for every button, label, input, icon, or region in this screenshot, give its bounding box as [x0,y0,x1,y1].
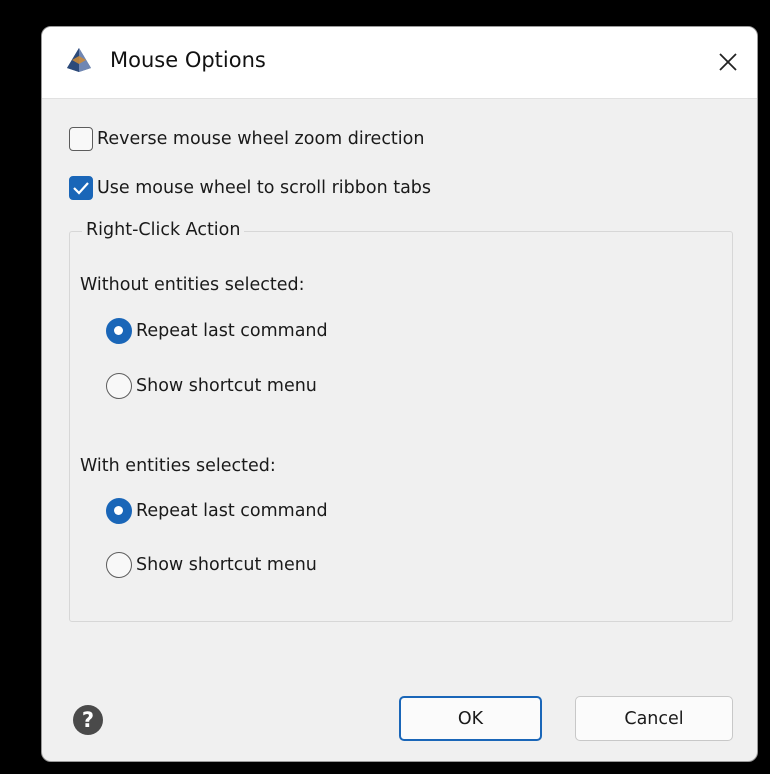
close-button[interactable] [699,27,757,97]
without-selection-shortcut-radio[interactable] [106,373,132,399]
without-selection-repeat-radio[interactable] [106,318,132,344]
without-selection-repeat-label[interactable]: Repeat last command [136,320,328,342]
with-selection-heading: With entities selected: [80,456,276,476]
scroll-ribbon-checkbox[interactable] [69,176,93,200]
window-title: Mouse Options [110,48,266,72]
reverse-zoom-label[interactable]: Reverse mouse wheel zoom direction [97,128,424,150]
help-icon[interactable]: ? [73,705,103,735]
with-selection-shortcut-label[interactable]: Show shortcut menu [136,554,317,576]
app-logo-icon [67,48,91,72]
title-bar: Mouse Options [42,27,757,99]
reverse-zoom-checkbox[interactable] [69,127,93,151]
with-selection-shortcut-radio[interactable] [106,552,132,578]
without-selection-shortcut-label[interactable]: Show shortcut menu [136,375,317,397]
ok-button[interactable]: OK [399,696,542,741]
right-click-action-legend: Right-Click Action [82,219,245,241]
checkmark-icon [73,182,89,195]
with-selection-repeat-radio[interactable] [106,498,132,524]
cancel-button[interactable]: Cancel [575,696,733,741]
scroll-ribbon-label[interactable]: Use mouse wheel to scroll ribbon tabs [97,177,431,199]
mouse-options-dialog: Mouse Options Reverse mouse wheel zoom d… [41,26,758,762]
with-selection-repeat-label[interactable]: Repeat last command [136,500,328,522]
without-selection-heading: Without entities selected: [80,275,305,295]
close-icon [719,53,737,71]
